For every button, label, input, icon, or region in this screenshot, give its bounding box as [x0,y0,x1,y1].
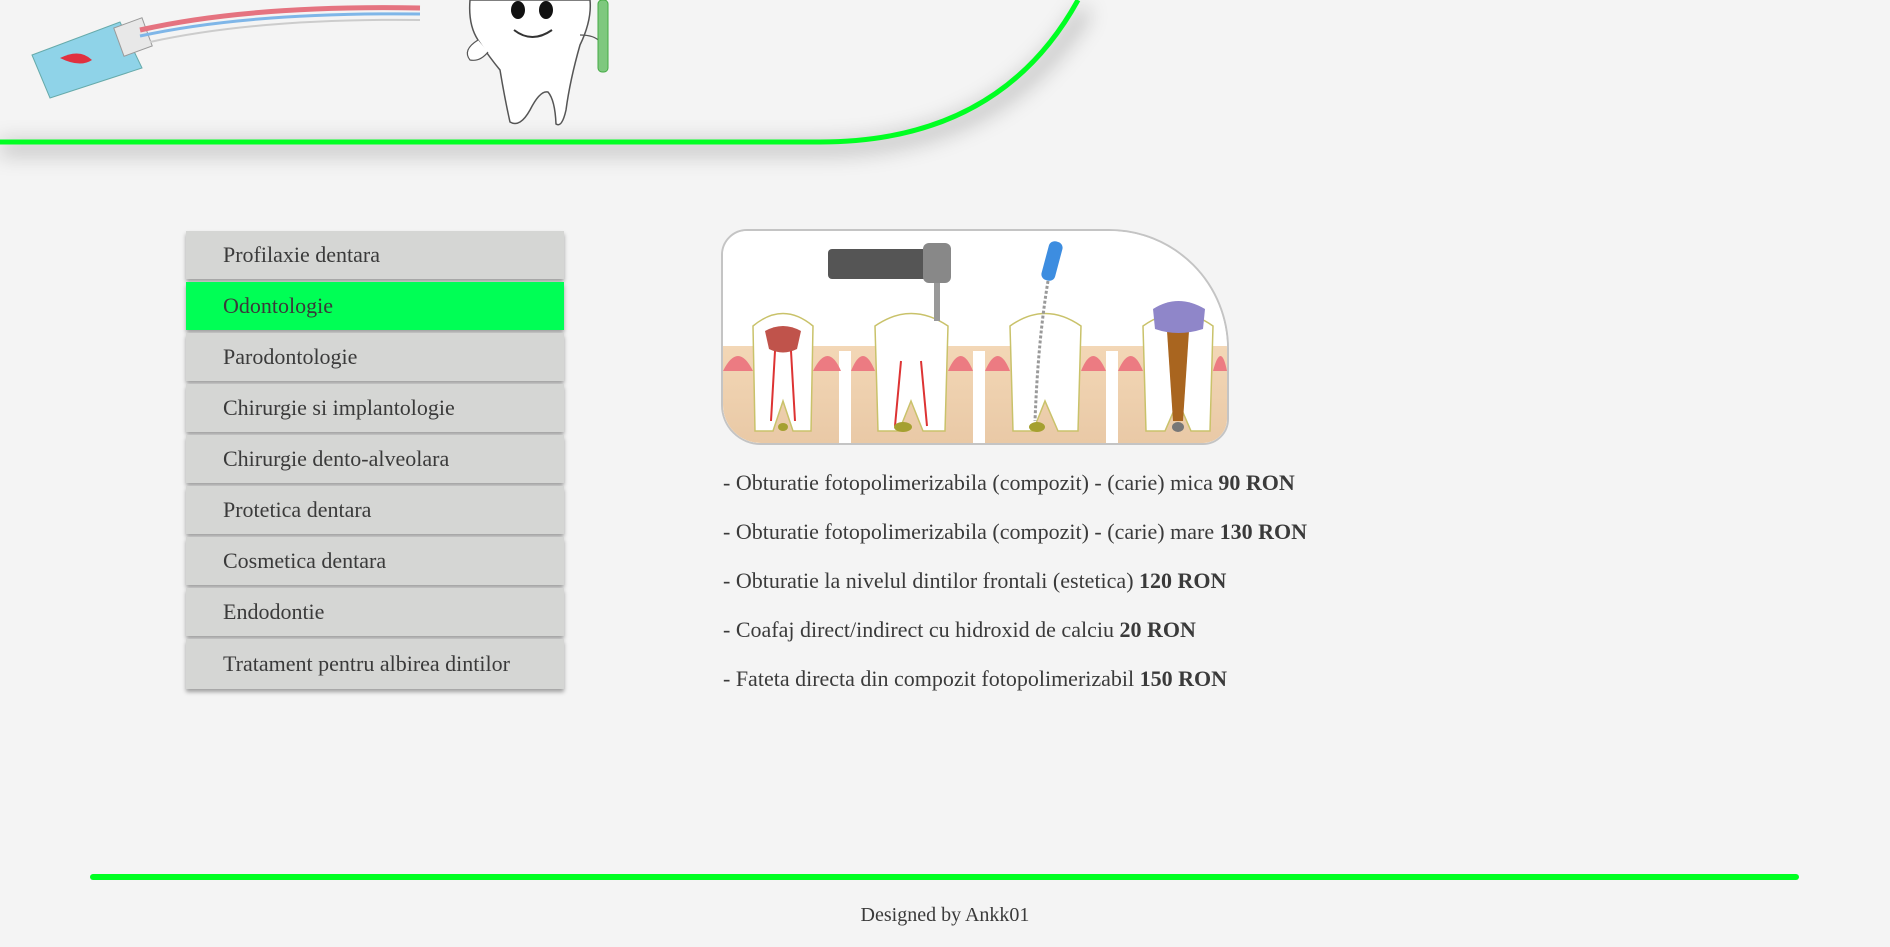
price-item-text: - Coafaj direct/indirect cu hidroxid de … [723,617,1120,642]
price-value: 20 RON [1119,617,1196,642]
price-item-text: - Fateta directa din compozit fotopolime… [723,666,1140,691]
menu-item-label: Cosmetica dentara [223,548,387,573]
menu-item-label: Odontologie [223,293,333,318]
price-item: - Obturatie la nivelul dintilor frontali… [723,567,1621,594]
main-content: - Obturatie fotopolimerizabila (compozit… [721,229,1621,714]
price-value: 90 RON [1218,470,1295,495]
header-banner [0,0,1091,155]
dental-procedure-illustration [721,229,1229,445]
menu-item-profilaxie[interactable]: Profilaxie dentara [186,231,564,279]
site-header [0,0,1890,190]
price-item-text: - Obturatie fotopolimerizabila (compozit… [723,519,1220,544]
menu-item-chirurgie-dento-alveolara[interactable]: Chirurgie dento-alveolara [186,435,564,483]
price-item-text: - Obturatie fotopolimerizabila (compozit… [723,470,1219,495]
price-value: 120 RON [1139,568,1227,593]
menu-item-albire[interactable]: Tratament pentru albirea dintilor [186,639,564,689]
price-item: - Obturatie fotopolimerizabila (compozit… [723,469,1621,496]
menu-item-chirurgie-implantologie[interactable]: Chirurgie si implantologie [186,384,564,432]
price-item: - Obturatie fotopolimerizabila (compozit… [723,518,1621,545]
menu-item-parodontologie[interactable]: Parodontologie [186,333,564,381]
price-item: - Coafaj direct/indirect cu hidroxid de … [723,616,1621,643]
menu-item-label: Tratament pentru albirea dintilor [223,651,510,676]
menu-item-label: Parodontologie [223,344,358,369]
toothpaste-icon [31,5,421,99]
menu-item-label: Profilaxie dentara [223,242,380,267]
menu-item-endodontie[interactable]: Endodontie [186,588,564,636]
menu-item-odontologie[interactable]: Odontologie [186,282,564,330]
menu-item-label: Endodontie [223,599,325,624]
menu-item-label: Chirurgie si implantologie [223,395,455,420]
price-item-text: - Obturatie la nivelul dintilor frontali… [723,568,1140,593]
footer-credit: Designed by Ankk01 [860,904,1030,926]
price-value: 150 RON [1139,666,1228,691]
services-menu: Profilaxie dentara Odontologie Parodonto… [186,231,564,692]
menu-item-cosmetica[interactable]: Cosmetica dentara [186,537,564,585]
menu-item-protetica[interactable]: Protetica dentara [186,486,564,534]
price-value: 130 RON [1219,519,1307,544]
footer-divider [90,874,1799,880]
price-item: - Fateta directa din compozit fotopolime… [723,665,1621,692]
price-list: - Obturatie fotopolimerizabila (compozit… [723,469,1621,692]
tooth-mascot-icon [466,0,609,126]
menu-item-label: Chirurgie dento-alveolara [223,446,450,471]
menu-item-label: Protetica dentara [223,497,372,522]
